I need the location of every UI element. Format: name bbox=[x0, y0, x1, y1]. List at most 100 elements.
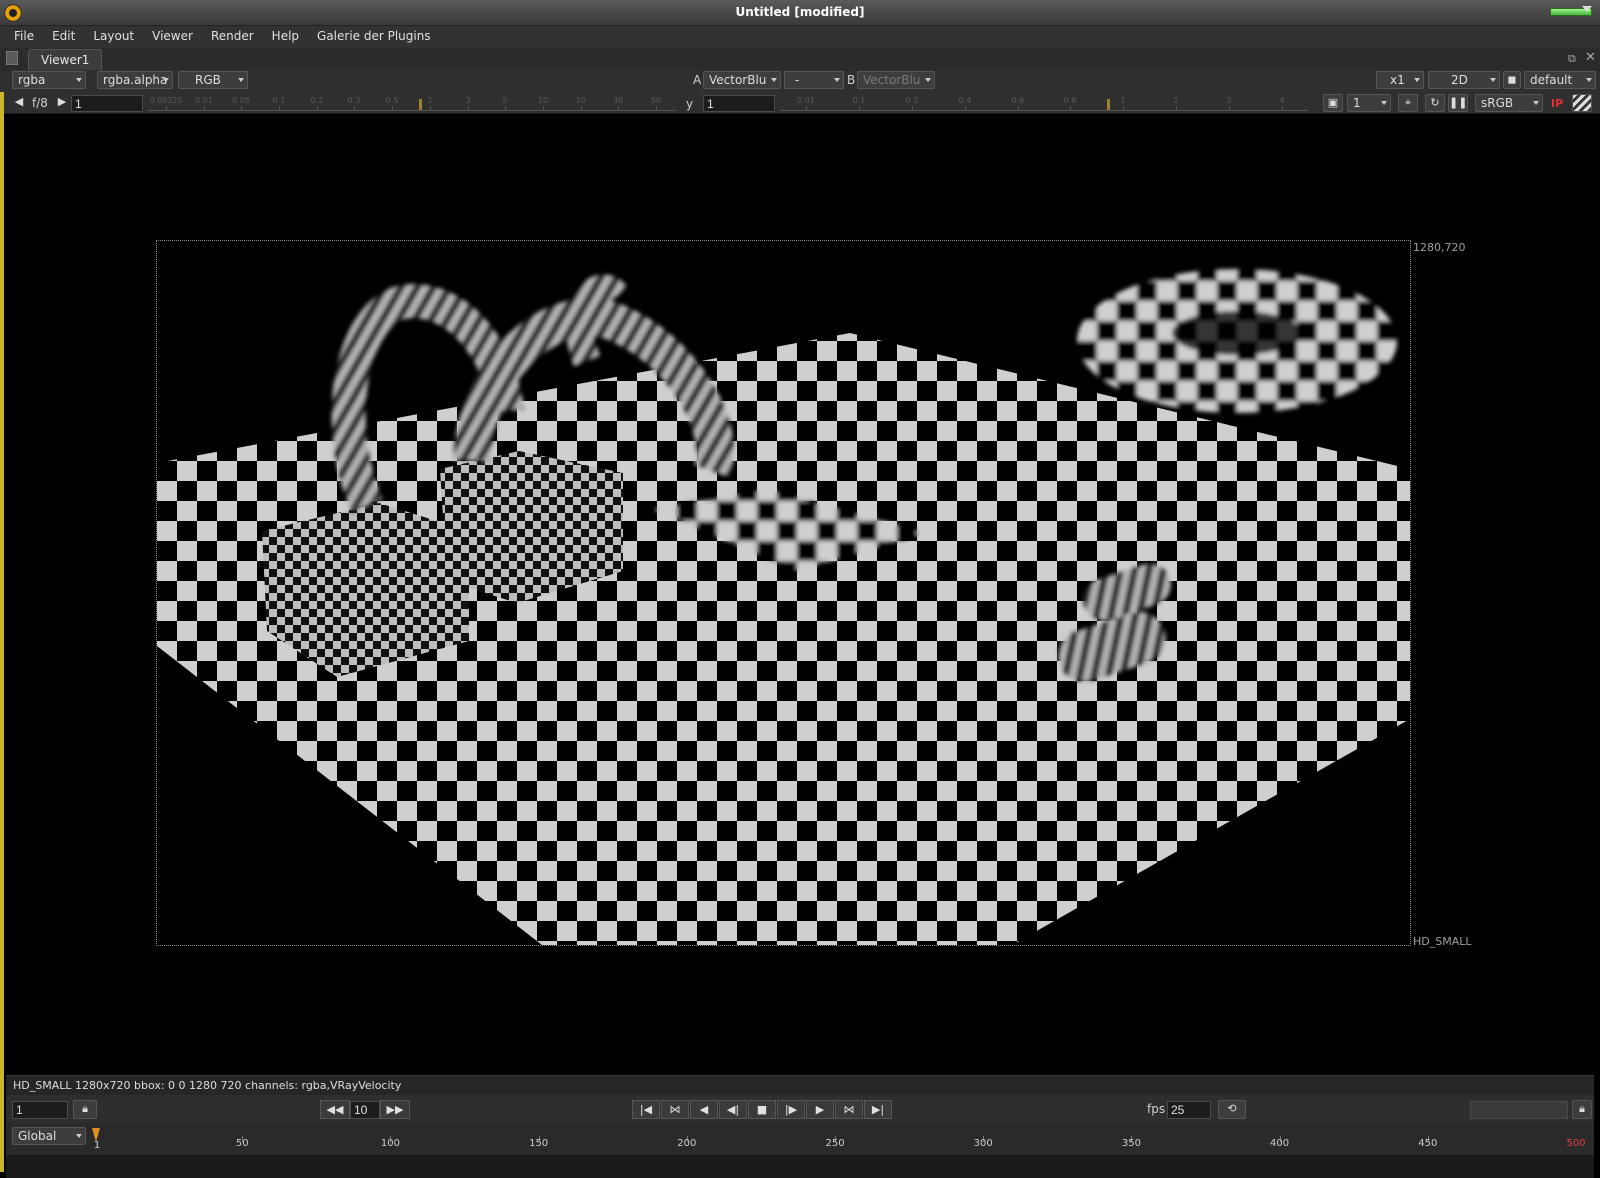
chevron-down-icon bbox=[238, 78, 244, 82]
timeline-range-dropdown[interactable]: Global bbox=[12, 1127, 86, 1145]
range-lock-icon[interactable]: 🔒︎ bbox=[1572, 1100, 1592, 1119]
step-back-icon[interactable]: ◀ bbox=[690, 1100, 718, 1119]
slider-tick-label: 0.1 bbox=[272, 96, 286, 105]
menu-plugin-gallery[interactable]: Galerie der Plugins bbox=[308, 26, 440, 48]
lock-icon[interactable]: 🔒︎ bbox=[73, 1100, 97, 1119]
slider-tick bbox=[1282, 106, 1283, 110]
step-forward-icon[interactable]: ▶ bbox=[806, 1100, 834, 1119]
gain-input[interactable] bbox=[71, 95, 143, 112]
compare-operation-value: - bbox=[795, 73, 800, 87]
input-b-value: VectorBlu bbox=[863, 73, 921, 87]
tab-viewer1[interactable]: Viewer1 bbox=[28, 49, 103, 70]
viewer-active-accent bbox=[0, 92, 4, 1172]
stop-icon[interactable]: ■ bbox=[748, 1100, 776, 1119]
menu-render[interactable]: Render bbox=[202, 26, 263, 48]
rendered-image bbox=[157, 269, 1410, 945]
step-back-increment-icon[interactable]: ◀◀ bbox=[320, 1100, 350, 1119]
menu-layout[interactable]: Layout bbox=[84, 26, 143, 48]
slider-tick bbox=[1176, 106, 1177, 110]
gamma-slider[interactable]: 0.01 0.1 0.2 0.4 0.6 0.8 1 2 3 4 bbox=[780, 96, 1308, 111]
frame-increment-input[interactable] bbox=[350, 1101, 380, 1119]
display-channel-dropdown[interactable]: RGB bbox=[178, 71, 248, 89]
slider-tick-label: 5 bbox=[502, 96, 508, 105]
slider-tick-label: 2 bbox=[1173, 96, 1179, 105]
refresh-icon[interactable]: ↻ bbox=[1425, 94, 1445, 112]
proxy-icon[interactable]: ▣ bbox=[1323, 94, 1343, 112]
fstop-increase-icon[interactable]: ▶ bbox=[56, 94, 68, 112]
menu-help[interactable]: Help bbox=[263, 26, 308, 48]
window-title: Untitled [modified] bbox=[735, 5, 865, 19]
gain-slider[interactable]: 0.00325 0.01 0.05 0.1 0.2 0.3 0.5 2 3 5 10 20 30 50 bbox=[147, 96, 675, 111]
camera-icon[interactable]: ◼ bbox=[1503, 71, 1521, 89]
slider-tick bbox=[317, 106, 318, 110]
chevron-down-icon bbox=[1414, 78, 1420, 82]
skip-to-start-icon[interactable]: |◀ bbox=[632, 1100, 660, 1119]
channels-dropdown[interactable]: rgba bbox=[12, 71, 86, 89]
timeline-tick-label: 250 bbox=[825, 1138, 845, 1149]
menu-viewer[interactable]: Viewer bbox=[143, 26, 202, 48]
play-forward-icon[interactable]: |▶ bbox=[777, 1100, 805, 1119]
skip-to-end-icon[interactable]: ▶| bbox=[864, 1100, 892, 1119]
timeline-tick-label: 100 bbox=[380, 1138, 400, 1149]
input-a-dropdown[interactable]: VectorBlu bbox=[703, 71, 781, 89]
input-process-toggle[interactable]: IP bbox=[1551, 97, 1563, 110]
chevron-down-icon bbox=[1586, 78, 1592, 82]
chevron-down-icon bbox=[1533, 101, 1539, 105]
fps-input[interactable] bbox=[1167, 1101, 1211, 1119]
menu-file[interactable]: File bbox=[0, 26, 43, 48]
input-a-value: VectorBlu bbox=[709, 73, 767, 87]
display-channel-value: RGB bbox=[195, 73, 221, 87]
chevron-down-icon bbox=[76, 1134, 82, 1138]
slider-tick bbox=[505, 106, 506, 110]
chevron-down-icon bbox=[1490, 78, 1496, 82]
fps-label: fps bbox=[1147, 1102, 1166, 1116]
slider-tick bbox=[468, 106, 469, 110]
pause-icon[interactable]: ❚❚ bbox=[1448, 94, 1468, 112]
step-forward-increment-icon[interactable]: ▶▶ bbox=[380, 1100, 410, 1119]
zoom-dropdown[interactable]: x1 bbox=[1376, 71, 1424, 89]
info-expand-icon[interactable] bbox=[1582, 6, 1592, 12]
loop-mode-icon[interactable]: ⟲ bbox=[1218, 1100, 1246, 1119]
previous-keyframe-icon[interactable]: ⋈ bbox=[661, 1100, 689, 1119]
app-logo-icon bbox=[4, 4, 22, 22]
zoom-value: x1 bbox=[1390, 73, 1405, 87]
slider-tick-label: 0.8 bbox=[1063, 96, 1077, 105]
pane-menu-handle[interactable] bbox=[6, 51, 18, 65]
playback-range-field[interactable] bbox=[1470, 1101, 1568, 1119]
alpha-channel-dropdown[interactable]: rgba.alpha bbox=[97, 71, 173, 89]
slider-tick-label: 0.00325 bbox=[149, 96, 183, 105]
chevron-down-icon bbox=[771, 78, 777, 82]
slider-thumb[interactable] bbox=[419, 99, 422, 110]
menu-edit[interactable]: Edit bbox=[43, 26, 84, 48]
wipe-overlay-icon[interactable] bbox=[1572, 94, 1592, 112]
proxy-dropdown[interactable]: 1 bbox=[1347, 94, 1391, 112]
slider-thumb[interactable] bbox=[1107, 99, 1110, 110]
compare-operation-dropdown[interactable]: - bbox=[784, 71, 844, 89]
slider-tick-label: 0.1 bbox=[852, 96, 866, 105]
fstop-decrease-icon[interactable]: ◀ bbox=[13, 94, 25, 112]
float-pane-icon[interactable]: ⧉ bbox=[1568, 52, 1576, 66]
slider-tick bbox=[241, 106, 242, 110]
gamma-input[interactable] bbox=[703, 95, 775, 112]
slider-tick-label: 2 bbox=[427, 96, 433, 105]
slider-tick bbox=[543, 106, 544, 110]
timeline-tick-label: 50 bbox=[235, 1138, 249, 1149]
slider-tick bbox=[581, 106, 582, 110]
slider-tick-label: 0.3 bbox=[347, 96, 361, 105]
next-keyframe-icon[interactable]: ⋈ bbox=[835, 1100, 863, 1119]
input-b-dropdown[interactable]: VectorBlu bbox=[857, 71, 935, 89]
close-pane-icon[interactable]: ✕ bbox=[1585, 50, 1596, 65]
play-backward-icon[interactable]: ◀| bbox=[719, 1100, 747, 1119]
timeline-range-value: Global bbox=[18, 1129, 57, 1143]
current-frame-input[interactable] bbox=[12, 1101, 68, 1119]
viewer-info-bar: HD_SMALL 1280x720 bbox: 0 0 1280 720 cha… bbox=[6, 1075, 1594, 1095]
view-mode-dropdown[interactable]: 2D bbox=[1428, 71, 1500, 89]
slider-tick-label: 0.01 bbox=[195, 96, 213, 105]
lut-dropdown[interactable]: default bbox=[1524, 71, 1596, 89]
roi-icon[interactable]: ⌖ bbox=[1398, 94, 1418, 112]
blurred-torus bbox=[1077, 269, 1397, 413]
chevron-down-icon bbox=[834, 78, 840, 82]
format-label: HD_SMALL bbox=[1413, 935, 1472, 948]
colorspace-dropdown[interactable]: sRGB bbox=[1475, 94, 1543, 112]
title-bar: Untitled [modified] bbox=[0, 0, 1600, 26]
